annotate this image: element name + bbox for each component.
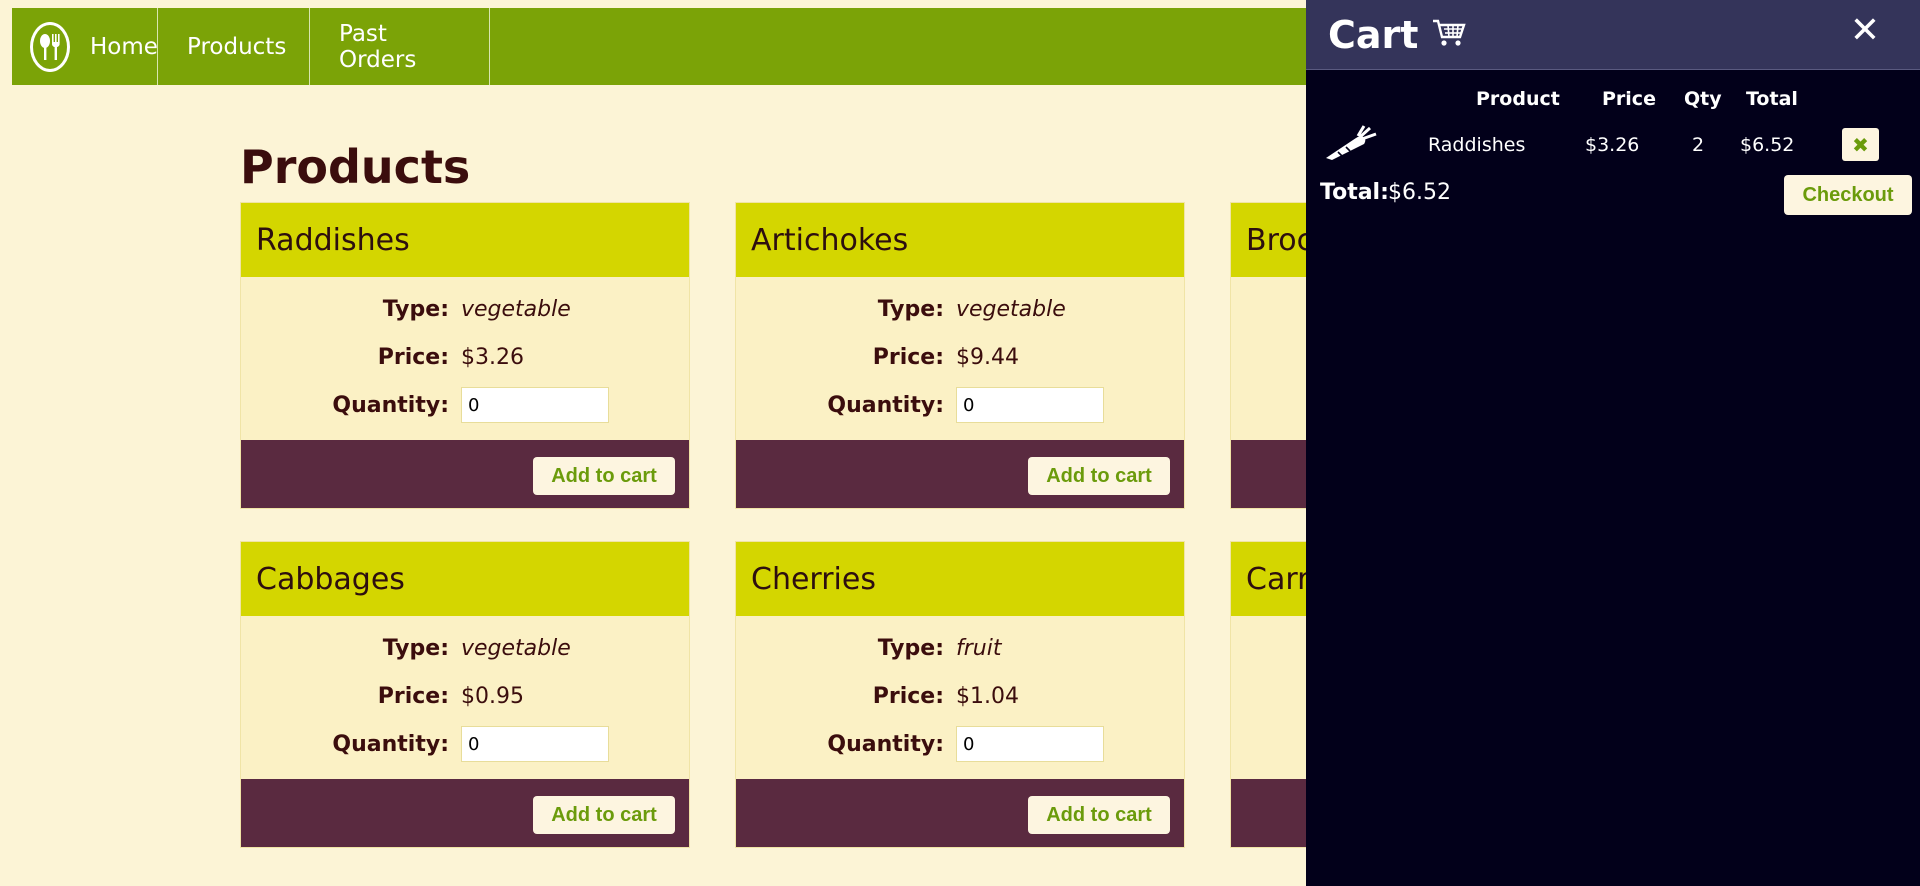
col-product: Product <box>1476 88 1560 110</box>
product-price: $3.26 <box>461 344 524 370</box>
close-cart-icon[interactable]: ✕ <box>1850 10 1880 51</box>
product-name: Cherries <box>736 542 1184 616</box>
card-footer: Add to cart <box>736 440 1184 508</box>
cart-header: Cart ✕ <box>1306 0 1920 70</box>
card-footer: Add to cart <box>241 440 689 508</box>
product-card: Cabbages Type: vegetable Price: $0.95 Quan… <box>240 541 690 848</box>
nav-products-label: Products <box>187 33 287 60</box>
card-footer: Add to cart <box>736 779 1184 847</box>
nav-products[interactable]: Products <box>158 8 310 85</box>
product-name: Artichokes <box>736 203 1184 277</box>
product-type: vegetable <box>461 635 571 661</box>
add-to-cart-button[interactable]: Add to cart <box>533 796 675 834</box>
top-nav: Home Products Past Orders <box>12 8 1412 85</box>
quantity-label: Quantity: <box>332 392 449 418</box>
shopping-cart-icon <box>1432 18 1467 52</box>
checkout-button[interactable]: Checkout <box>1784 175 1912 215</box>
product-type: vegetable <box>461 296 571 322</box>
cart-item-total: $6.52 <box>1740 134 1795 156</box>
add-to-cart-button[interactable]: Add to cart <box>1028 796 1170 834</box>
price-label: Price: <box>377 344 449 370</box>
page-title: Products <box>240 140 471 194</box>
type-label: Type: <box>382 635 449 661</box>
col-price: Price <box>1602 88 1656 110</box>
nav-home-label: Home <box>90 33 158 60</box>
nav-past-orders[interactable]: Past Orders <box>310 8 490 85</box>
cart-title: Cart <box>1328 12 1419 57</box>
cart-item-qty: 2 <box>1692 134 1705 156</box>
type-label: Type: <box>877 296 944 322</box>
quantity-label: Quantity: <box>827 392 944 418</box>
nav-home[interactable]: Home <box>12 8 158 85</box>
product-price: $0.95 <box>461 683 524 709</box>
nav-past-orders-label: Past Orders <box>339 20 417 73</box>
card-footer: Add to cart <box>241 779 689 847</box>
add-to-cart-button[interactable]: Add to cart <box>1028 457 1170 495</box>
price-label: Price: <box>872 683 944 709</box>
quantity-input[interactable] <box>956 387 1104 423</box>
product-type: vegetable <box>956 296 1066 322</box>
product-name: Cabbages <box>241 542 689 616</box>
quantity-input[interactable] <box>461 726 609 762</box>
product-type: fruit <box>956 635 1002 661</box>
spoon-fork-logo-icon <box>30 21 70 72</box>
product-price: $1.04 <box>956 683 1019 709</box>
quantity-input[interactable] <box>461 387 609 423</box>
add-to-cart-button[interactable]: Add to cart <box>533 457 675 495</box>
cart-item-price: $3.26 <box>1585 134 1640 156</box>
col-total: Total <box>1746 88 1798 110</box>
remove-item-button[interactable]: ✖ <box>1842 128 1879 161</box>
col-qty: Qty <box>1684 88 1722 110</box>
price-label: Price: <box>872 344 944 370</box>
product-card: Raddishes Type: vegetable Price: $3.26 Qua… <box>240 202 690 509</box>
cart-total-value: $6.52 <box>1388 180 1451 205</box>
cart-item-product: Raddishes <box>1428 134 1526 156</box>
product-name: Raddishes <box>241 203 689 277</box>
product-price: $9.44 <box>956 344 1019 370</box>
cart-panel: Cart ✕ Product Price Qty Total Raddishes… <box>1306 0 1920 886</box>
carrot-icon <box>1322 124 1378 168</box>
product-card: Cherries Type: fruit Price: $1.04 Quantity… <box>735 541 1185 848</box>
price-label: Price: <box>377 683 449 709</box>
quantity-input[interactable] <box>956 726 1104 762</box>
quantity-label: Quantity: <box>827 731 944 757</box>
type-label: Type: <box>382 296 449 322</box>
quantity-label: Quantity: <box>332 731 449 757</box>
product-card: Artichokes Type: vegetable Price: $9.44 Qu… <box>735 202 1185 509</box>
type-label: Type: <box>877 635 944 661</box>
cart-total-label: Total: <box>1320 180 1389 205</box>
close-icon: ✖ <box>1852 132 1869 157</box>
